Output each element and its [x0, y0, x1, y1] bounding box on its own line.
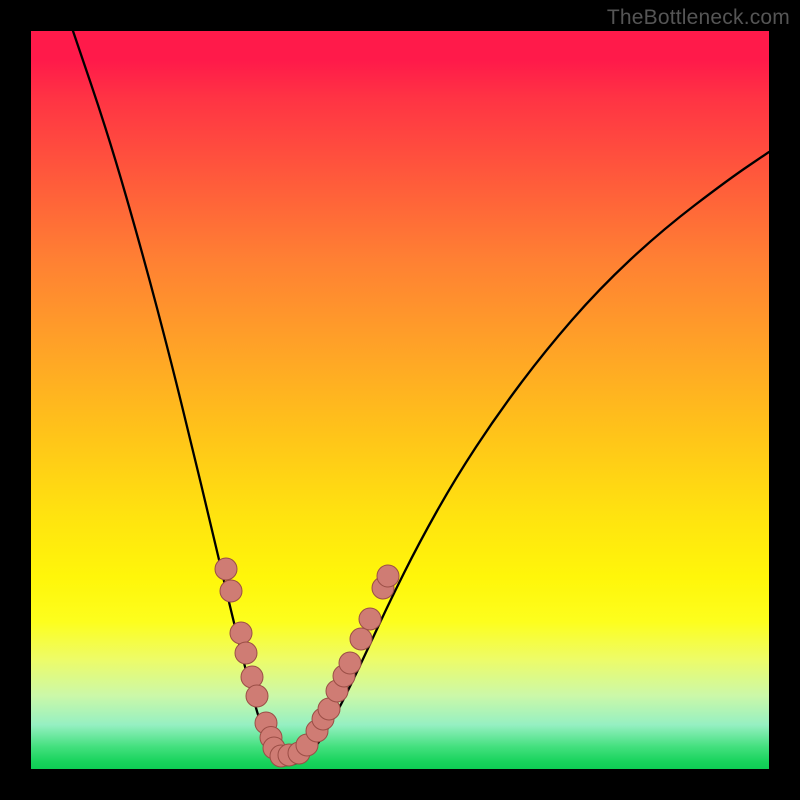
marker-point: [241, 666, 263, 688]
chart-svg: [31, 31, 769, 769]
marker-point: [230, 622, 252, 644]
plot-area: [31, 31, 769, 769]
marker-point: [359, 608, 381, 630]
curves: [73, 31, 769, 765]
markers: [215, 558, 399, 767]
marker-point: [215, 558, 237, 580]
marker-point: [377, 565, 399, 587]
marker-point: [220, 580, 242, 602]
curve-right-curve: [285, 152, 769, 765]
marker-point: [235, 642, 257, 664]
watermark-text: TheBottleneck.com: [607, 6, 790, 30]
marker-point: [350, 628, 372, 650]
marker-point: [339, 652, 361, 674]
chart-frame: TheBottleneck.com: [0, 0, 800, 800]
marker-point: [246, 685, 268, 707]
